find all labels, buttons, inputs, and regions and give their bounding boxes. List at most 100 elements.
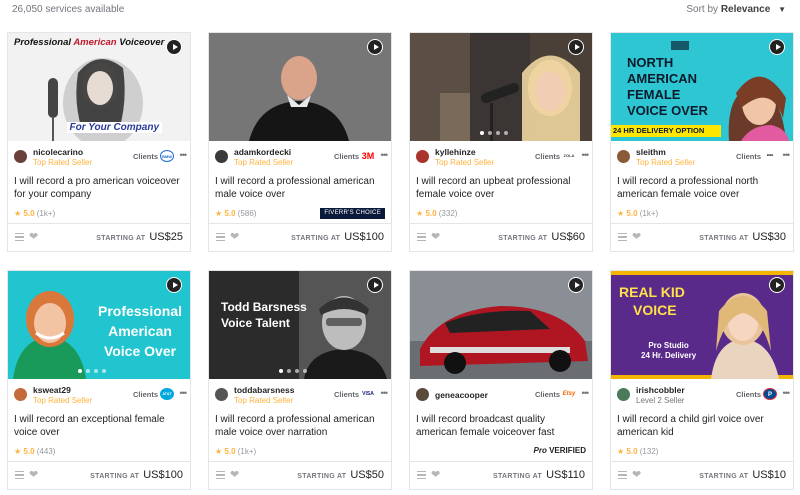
collections-menu-icon[interactable] bbox=[618, 471, 627, 479]
play-video-icon[interactable] bbox=[769, 277, 785, 293]
gig-title[interactable]: I will record a child girl voice over am… bbox=[617, 413, 789, 439]
more-options-icon[interactable]: ••• bbox=[783, 150, 791, 160]
avatar[interactable] bbox=[617, 388, 630, 401]
gig-thumbnail[interactable]: Professional American Voice Over bbox=[8, 271, 190, 379]
more-options-icon[interactable]: ••• bbox=[582, 150, 590, 160]
seller-username[interactable]: geneacooper bbox=[435, 390, 488, 400]
gig-card[interactable]: REAL KID VOICE Pro Studio 24 Hr. Deliver… bbox=[610, 270, 794, 490]
heart-icon[interactable]: ❤ bbox=[431, 468, 440, 481]
play-video-icon[interactable] bbox=[367, 39, 383, 55]
play-video-icon[interactable] bbox=[166, 39, 182, 55]
more-options-icon[interactable]: ••• bbox=[381, 388, 389, 398]
avatar[interactable] bbox=[416, 150, 429, 163]
fiverrs-choice-badge: FIVERR'S CHOICE bbox=[320, 208, 385, 219]
sort-dropdown[interactable]: Sort by Relevance ▼ bbox=[686, 4, 786, 15]
price: STARTING AT US$25 bbox=[96, 231, 183, 243]
gig-thumbnail[interactable] bbox=[410, 271, 592, 379]
gig-title[interactable]: I will record an upbeat professional fem… bbox=[416, 175, 588, 201]
seller-username[interactable]: toddabarsness bbox=[234, 385, 294, 395]
price: STARTING AT US$100 bbox=[291, 231, 384, 243]
heart-icon[interactable]: ❤ bbox=[230, 230, 239, 243]
avatar[interactable] bbox=[14, 388, 27, 401]
gig-card[interactable]: geneacooper Clients Etsy ••• I will reco… bbox=[409, 270, 593, 490]
rating: ★ 5.0 (132) bbox=[617, 447, 659, 456]
gig-title[interactable]: I will record a professional american ma… bbox=[215, 175, 387, 201]
play-video-icon[interactable] bbox=[568, 277, 584, 293]
thumbnail-subcaption: For Your Company bbox=[66, 122, 162, 133]
results-header: 26,050 services available Sort by Releva… bbox=[0, 0, 800, 22]
gig-card[interactable]: Professional American Voice Over ksweat2… bbox=[7, 270, 191, 490]
gig-thumbnail[interactable]: Todd Barsness Voice Talent bbox=[209, 271, 391, 379]
heart-icon[interactable]: ❤ bbox=[230, 468, 239, 481]
more-options-icon[interactable]: ••• bbox=[783, 388, 791, 398]
play-video-icon[interactable] bbox=[769, 39, 785, 55]
seller-level: Top Rated Seller bbox=[234, 396, 294, 405]
gig-title[interactable]: I will record broadcast quality american… bbox=[416, 413, 588, 439]
client-logo-icon: Etsy bbox=[562, 391, 576, 397]
clients-label: Clients bbox=[735, 152, 761, 161]
collections-menu-icon[interactable] bbox=[216, 471, 225, 479]
collections-menu-icon[interactable] bbox=[417, 471, 426, 479]
more-options-icon[interactable]: ••• bbox=[582, 388, 590, 398]
thumbnail-caption: Professional American Voiceover bbox=[14, 37, 165, 48]
client-logo-icon: ••• bbox=[766, 153, 774, 159]
gig-thumbnail[interactable]: Professional American Voiceover For Your… bbox=[8, 33, 190, 141]
avatar[interactable] bbox=[215, 388, 228, 401]
card-footer: ❤ STARTING AT US$60 bbox=[410, 223, 592, 251]
sort-value: Relevance bbox=[720, 4, 771, 15]
seller-username[interactable]: nicolecarino bbox=[33, 147, 83, 157]
collections-menu-icon[interactable] bbox=[417, 233, 426, 241]
gig-thumbnail[interactable]: NORTH AMERICAN FEMALE VOICE OVER 24 HR D… bbox=[611, 33, 793, 141]
play-video-icon[interactable] bbox=[166, 277, 182, 293]
price: STARTING AT US$100 bbox=[90, 469, 183, 481]
slide-dots bbox=[480, 131, 508, 135]
avatar[interactable] bbox=[14, 150, 27, 163]
avatar[interactable] bbox=[215, 150, 228, 163]
price: STARTING AT US$110 bbox=[493, 469, 585, 481]
seller-info: adamkordecki Top Rated Seller Clients 3M… bbox=[215, 147, 389, 169]
gig-card[interactable]: adamkordecki Top Rated Seller Clients 3M… bbox=[208, 32, 392, 252]
seller-username[interactable]: ksweat29 bbox=[33, 385, 71, 395]
price: STARTING AT US$30 bbox=[699, 231, 786, 243]
gig-title[interactable]: I will record an exceptional female voic… bbox=[14, 413, 186, 439]
rating: ★ 5.0 (1k+) bbox=[14, 209, 56, 218]
seller-level: Top Rated Seller bbox=[234, 158, 294, 167]
collections-menu-icon[interactable] bbox=[15, 471, 24, 479]
rating: ★ 5.0 (1k+) bbox=[617, 209, 659, 218]
gig-card[interactable]: Professional American Voiceover For Your… bbox=[7, 32, 191, 252]
rating: ★ 5.0 (332) bbox=[416, 209, 458, 218]
more-options-icon[interactable]: ••• bbox=[180, 150, 188, 160]
thumbnail-caption: NORTH AMERICAN FEMALE VOICE OVER bbox=[627, 55, 708, 118]
heart-icon[interactable]: ❤ bbox=[632, 230, 641, 243]
gig-thumbnail[interactable]: REAL KID VOICE Pro Studio 24 Hr. Deliver… bbox=[611, 271, 793, 379]
gig-thumbnail[interactable] bbox=[410, 33, 592, 141]
collections-menu-icon[interactable] bbox=[618, 233, 627, 241]
gig-card[interactable]: kyllehinze Top Rated Seller Clients ZOLA… bbox=[409, 32, 593, 252]
seller-username[interactable]: adamkordecki bbox=[234, 147, 291, 157]
avatar[interactable] bbox=[416, 388, 429, 401]
gig-title[interactable]: I will record a pro american voiceover f… bbox=[14, 175, 186, 201]
gig-card[interactable]: Todd Barsness Voice Talent toddabarsness… bbox=[208, 270, 392, 490]
avatar[interactable] bbox=[617, 150, 630, 163]
thumbnail-subcaption: Pro Studio 24 Hr. Delivery bbox=[641, 341, 697, 360]
heart-icon[interactable]: ❤ bbox=[29, 468, 38, 481]
collections-menu-icon[interactable] bbox=[216, 233, 225, 241]
seller-username[interactable]: kyllehinze bbox=[435, 147, 476, 157]
play-video-icon[interactable] bbox=[367, 277, 383, 293]
seller-username[interactable]: sleithm bbox=[636, 147, 666, 157]
gig-card[interactable]: NORTH AMERICAN FEMALE VOICE OVER 24 HR D… bbox=[610, 32, 794, 252]
collections-menu-icon[interactable] bbox=[15, 233, 24, 241]
more-options-icon[interactable]: ••• bbox=[381, 150, 389, 160]
more-options-icon[interactable]: ••• bbox=[180, 388, 188, 398]
heart-icon[interactable]: ❤ bbox=[29, 230, 38, 243]
gig-title[interactable]: I will record a professional american ma… bbox=[215, 413, 387, 439]
play-video-icon[interactable] bbox=[568, 39, 584, 55]
gig-thumbnail[interactable] bbox=[209, 33, 391, 141]
gig-title[interactable]: I will record a professional north ameri… bbox=[617, 175, 789, 201]
clients-label: Clients bbox=[534, 152, 560, 161]
thumbnail-caption: Todd Barsness Voice Talent bbox=[221, 300, 307, 330]
heart-icon[interactable]: ❤ bbox=[632, 468, 641, 481]
heart-icon[interactable]: ❤ bbox=[431, 230, 440, 243]
card-footer: ❤ STARTING AT US$25 bbox=[8, 223, 190, 251]
seller-username[interactable]: irishcobbler bbox=[636, 385, 685, 395]
